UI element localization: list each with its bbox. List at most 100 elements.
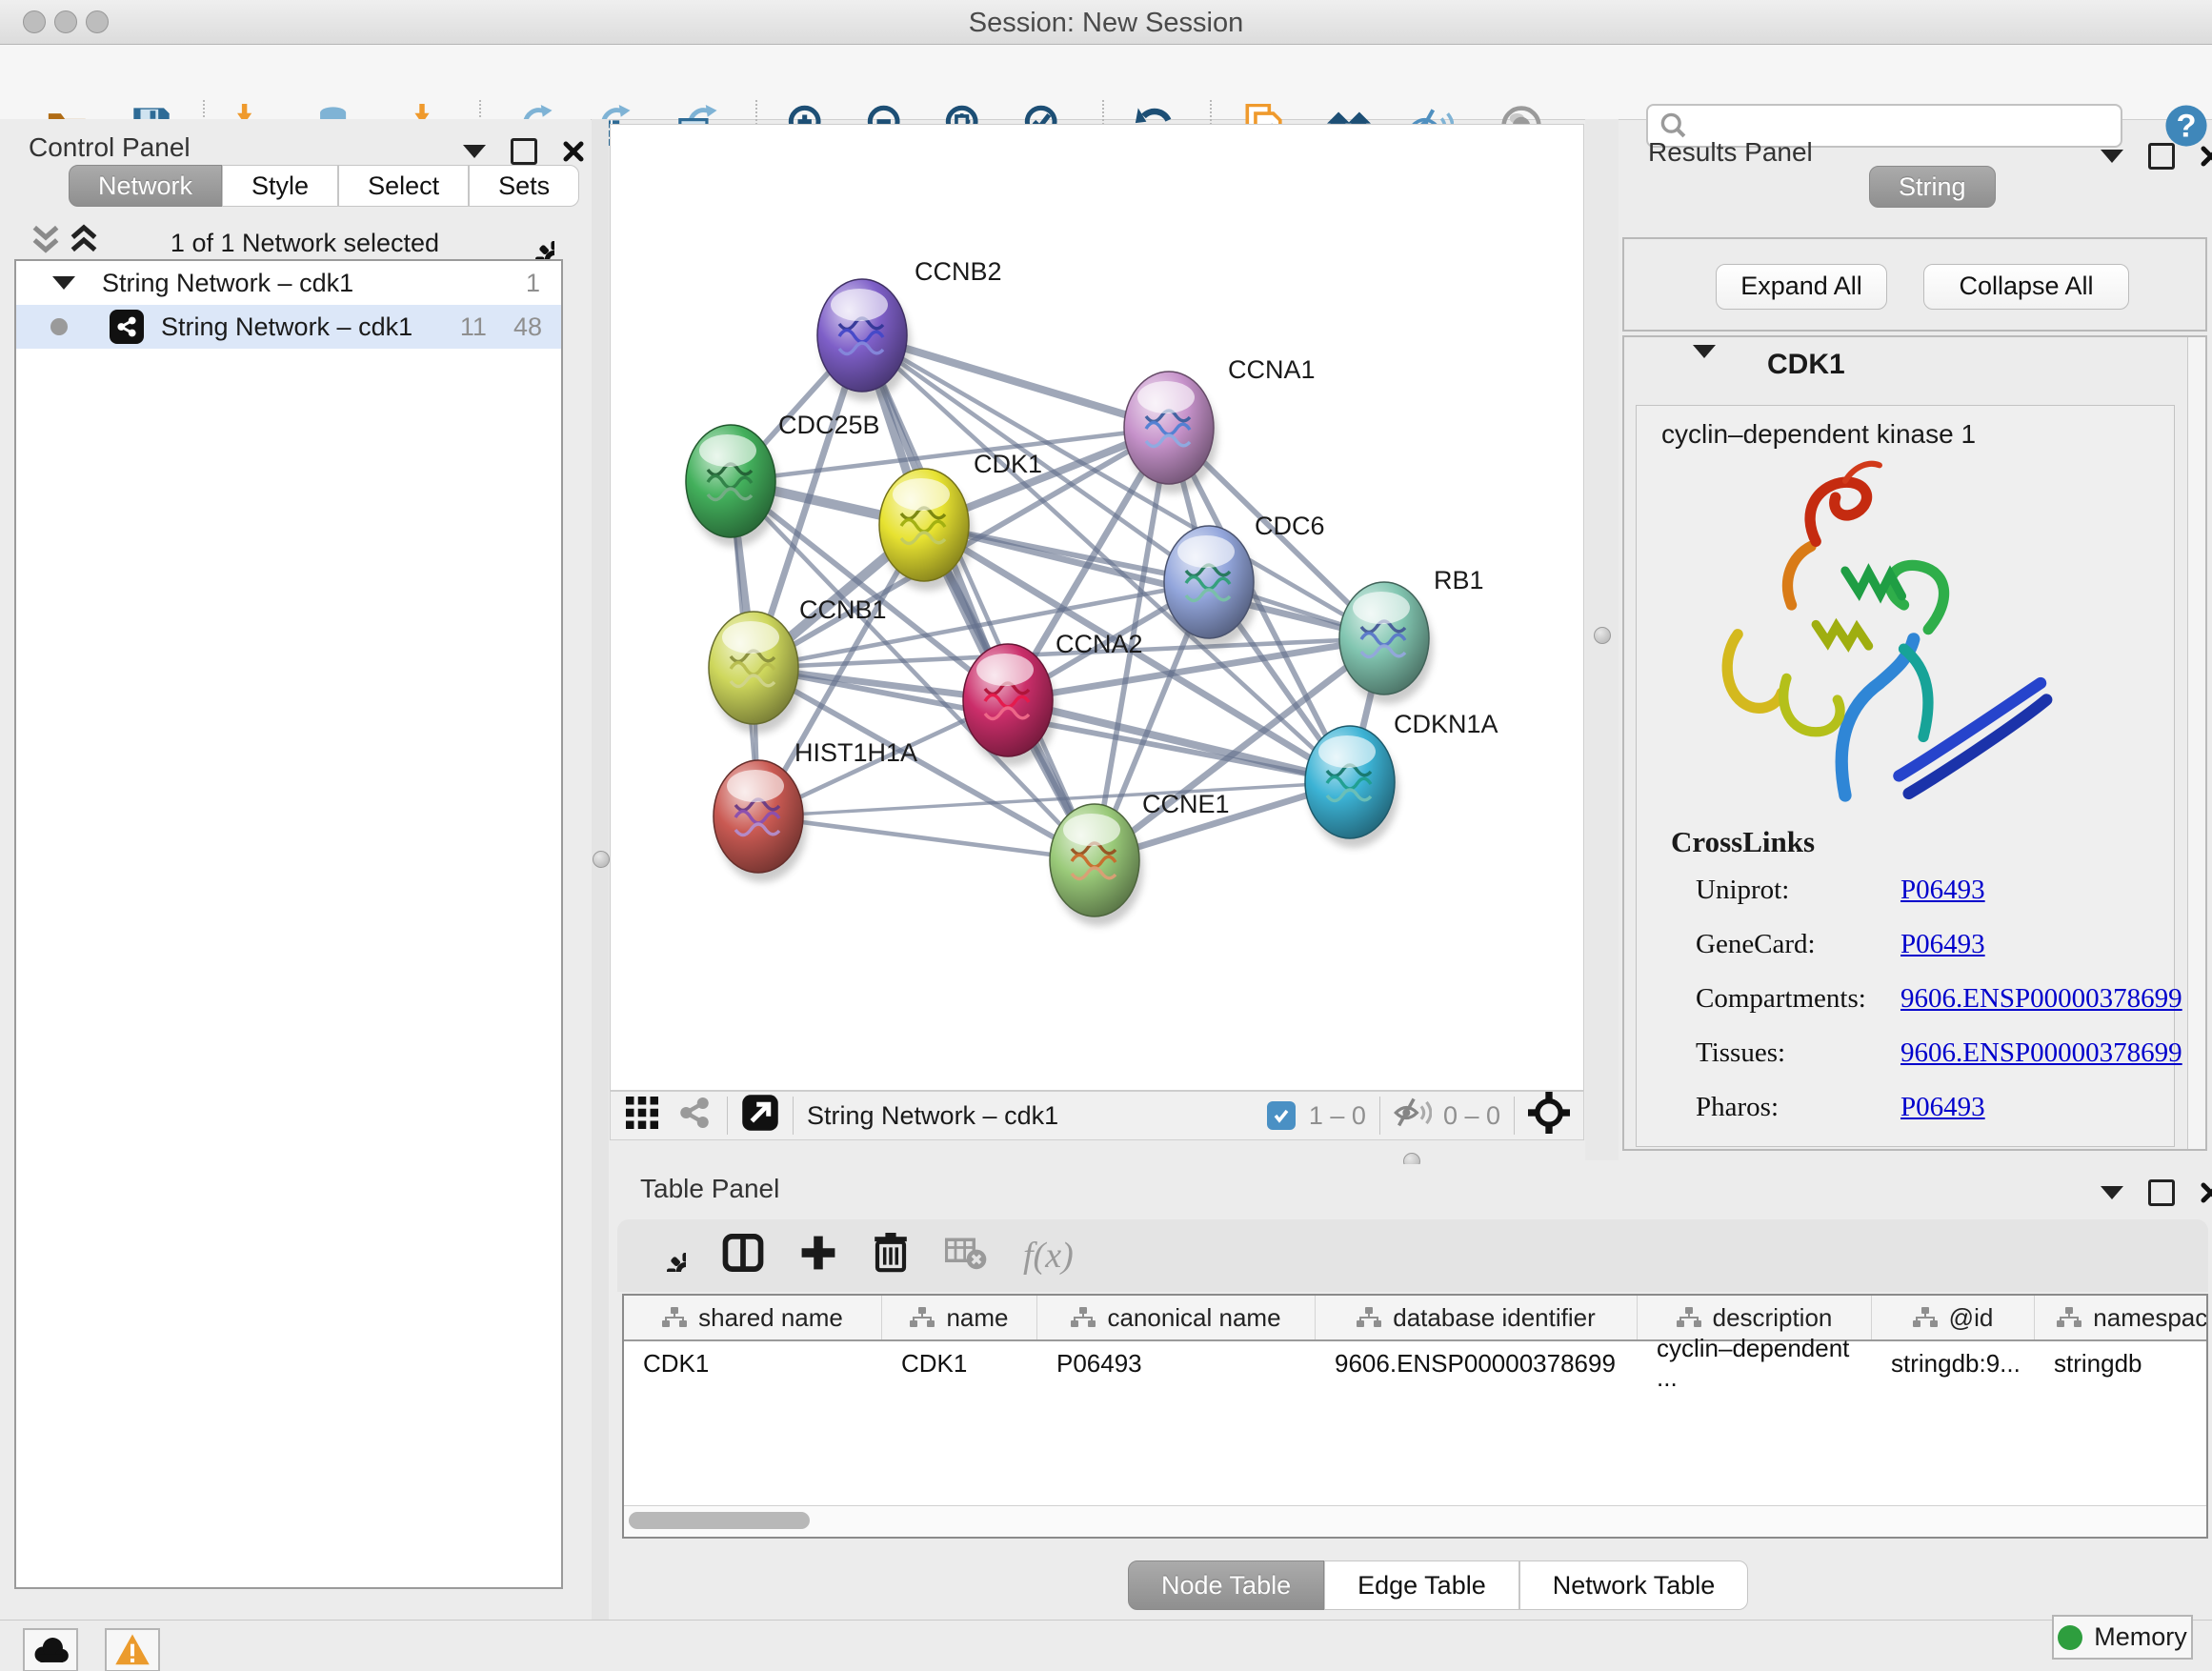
string-network-graph[interactable]: CCNB2CCNA1CDC25BCDK1CDC6RB1CCNB1CCNA2CDK… [610, 124, 1584, 1091]
column-label: namespace [2093, 1303, 2208, 1333]
column-header-namespace[interactable]: namespace [2035, 1296, 2208, 1339]
title-bar: Session: New Session [0, 0, 2212, 45]
warnings-button[interactable] [105, 1628, 160, 1671]
column-header--id[interactable]: @id [1872, 1296, 2035, 1339]
results-panel-title: Results Panel [1648, 137, 1813, 168]
string-network-icon [110, 310, 144, 344]
node-details: cyclin–dependent kinase 1 CrossLinks Uni… [1636, 405, 2175, 1147]
float-panel-icon[interactable] [511, 138, 537, 165]
left-divider-handle[interactable] [593, 851, 610, 868]
tab-node-table[interactable]: Node Table [1128, 1560, 1324, 1610]
window-title: Session: New Session [0, 8, 2212, 39]
open-in-window-icon[interactable] [741, 1094, 779, 1138]
tab-edge-table[interactable]: Edge Table [1324, 1560, 1519, 1610]
expand-all-button[interactable]: Expand All [1716, 264, 1887, 310]
network-node-CDC6[interactable]: CDC6 [1164, 512, 1325, 648]
crosslink-link[interactable]: 9606.ENSP00000378699 [1900, 983, 2182, 1015]
crosslink-link[interactable]: 9606.ENSP00000378699 [1900, 1037, 2182, 1069]
float-panel-icon[interactable] [2148, 1179, 2175, 1206]
scrollbar-thumb[interactable] [629, 1512, 810, 1529]
table-header-row: shared namename canonical name database id… [624, 1296, 2206, 1341]
panel-menu-icon[interactable] [2101, 150, 2123, 163]
birdseye-crosshair-icon[interactable] [1528, 1092, 1570, 1140]
table-gear-icon[interactable] [648, 1234, 686, 1278]
table-cell[interactable]: CDK1 [882, 1341, 1037, 1385]
cloud-button[interactable] [23, 1628, 78, 1671]
control-panel-title: Control Panel [29, 132, 191, 163]
node-label-CCNB2: CCNB2 [915, 257, 1002, 286]
column-header-shared-name[interactable]: shared name [624, 1296, 882, 1339]
close-panel-icon[interactable] [2200, 1181, 2212, 1204]
tab-network-table[interactable]: Network Table [1519, 1560, 1749, 1610]
collapse-collection-icon[interactable] [52, 276, 75, 290]
float-panel-icon[interactable] [2148, 143, 2175, 170]
table-panel-header-controls [2101, 1179, 2212, 1206]
network-node-RB1[interactable]: RB1 [1339, 566, 1484, 704]
network-node-CDC25B[interactable]: CDC25B [686, 411, 880, 547]
right-panel-divider[interactable] [1585, 119, 1619, 1160]
close-panel-icon[interactable] [2200, 145, 2212, 168]
table-cell[interactable]: 9606.ENSP00000378699 [1316, 1341, 1638, 1385]
collapse-node-icon[interactable] [1693, 358, 1716, 388]
column-header-database-identifier[interactable]: database identifier [1316, 1296, 1638, 1339]
control-panel-tabs: NetworkStyleSelectSets [69, 165, 579, 207]
table-cell[interactable]: stringdb:9... [1872, 1341, 2035, 1385]
network-node-CCNA1[interactable]: CCNA1 [1124, 355, 1316, 493]
add-column-icon[interactable] [800, 1235, 836, 1278]
crosslink-row: Pharos:P06493 [1696, 1092, 2182, 1123]
table-cell[interactable]: stringdb [2035, 1341, 2208, 1385]
network-node-CDKN1A[interactable]: CDKN1A [1305, 710, 1498, 848]
close-panel-icon[interactable] [562, 140, 585, 163]
column-label: description [1713, 1303, 1833, 1333]
network-list: String Network – cdk1 1 String Network –… [14, 259, 563, 1589]
right-divider-handle[interactable] [1594, 627, 1611, 644]
crosslink-link[interactable]: P06493 [1900, 929, 1985, 960]
node-description: cyclin–dependent kinase 1 [1637, 406, 2174, 450]
tab-style[interactable]: Style [222, 165, 338, 207]
column-label: database identifier [1393, 1303, 1595, 1333]
grid-view-icon[interactable] [626, 1097, 658, 1136]
cloud-icon [31, 1635, 70, 1665]
network-status-dot [50, 318, 68, 335]
node-label-CCNE1: CCNE1 [1142, 790, 1230, 818]
network-node-CCNE1[interactable]: CCNE1 [1050, 790, 1230, 926]
table-cell[interactable]: cyclin–dependent ... [1638, 1341, 1872, 1385]
memory-label: Memory [2094, 1622, 2187, 1652]
main-toolbar [0, 45, 2212, 120]
column-header-canonical-name[interactable]: canonical name [1037, 1296, 1316, 1339]
tab-sets[interactable]: Sets [469, 165, 579, 207]
table-row[interactable]: CDK1CDK1P064939606.ENSP00000378699cyclin… [624, 1341, 2206, 1385]
table-toolbar: f(x) [617, 1219, 2208, 1292]
delete-column-icon[interactable] [873, 1233, 909, 1279]
shared-column-icon [910, 1307, 935, 1328]
network-collection-row[interactable]: String Network – cdk1 1 [16, 261, 561, 305]
results-scrollbar[interactable] [2187, 337, 2205, 1149]
warning-icon [114, 1633, 151, 1667]
memory-button[interactable]: Memory [2052, 1615, 2193, 1660]
crosslink-row: Uniprot:P06493 [1696, 875, 2182, 906]
tab-network[interactable]: Network [69, 165, 222, 207]
columns-icon[interactable] [722, 1234, 764, 1278]
control-panel: Control Panel NetworkStyleSelectSets 1 o… [0, 119, 591, 1620]
node-label-CCNB1: CCNB1 [799, 595, 887, 624]
share-view-icon[interactable] [675, 1094, 714, 1138]
panel-menu-icon[interactable] [2101, 1186, 2123, 1199]
selected-checkbox-icon[interactable] [1267, 1101, 1296, 1130]
collection-count: 1 [526, 269, 540, 298]
collapse-all-button[interactable]: Collapse All [1923, 264, 2129, 310]
tab-string[interactable]: String [1869, 166, 1996, 208]
table-horizontal-scrollbar[interactable] [624, 1505, 2206, 1537]
panel-menu-icon[interactable] [463, 145, 486, 158]
crosslink-link[interactable]: P06493 [1900, 1092, 1985, 1123]
tab-select[interactable]: Select [338, 165, 469, 207]
crosslink-link[interactable]: P06493 [1900, 875, 1985, 906]
crosslink-label: GeneCard: [1696, 929, 1900, 960]
network-row-selected[interactable]: String Network – cdk1 11 48 [16, 305, 561, 349]
column-header-name[interactable]: name [882, 1296, 1037, 1339]
table-cell[interactable]: P06493 [1037, 1341, 1316, 1385]
left-panel-divider[interactable] [592, 119, 609, 1620]
table-cell[interactable]: CDK1 [624, 1341, 882, 1385]
column-label: canonical name [1107, 1303, 1280, 1333]
node-label-RB1: RB1 [1434, 566, 1484, 594]
function-builder-icon: f(x) [1023, 1235, 1074, 1277]
